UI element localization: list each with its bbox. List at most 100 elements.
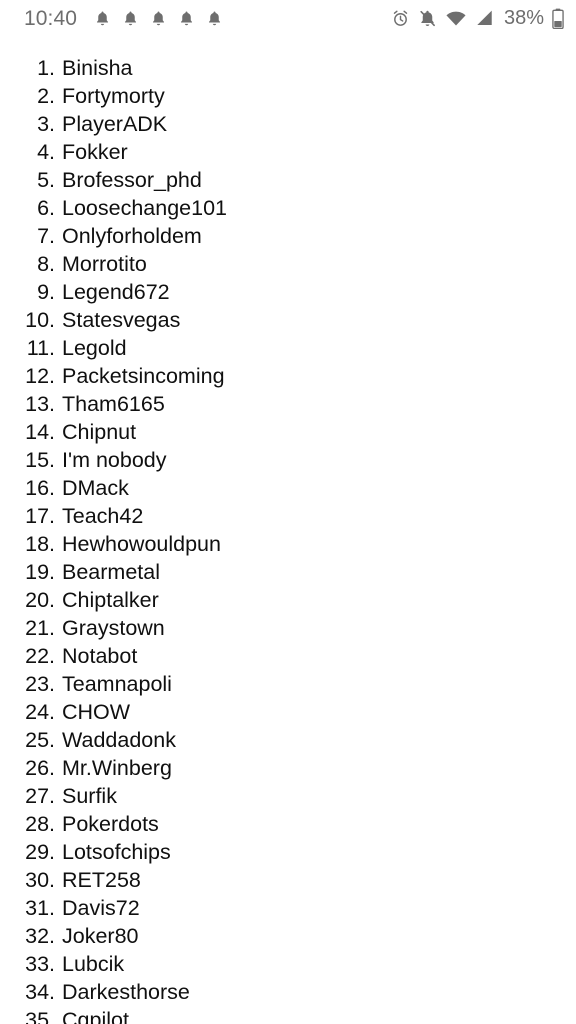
- list-item[interactable]: 21. Graystown: [0, 614, 576, 642]
- list-item[interactable]: 17. Teach42: [0, 502, 576, 530]
- list-item-name: Teamnapoli: [62, 672, 172, 696]
- list-item-rank: 7.: [37, 224, 55, 248]
- list-item[interactable]: 5. Brofessor_phd: [0, 166, 576, 194]
- list-item[interactable]: 25. Waddadonk: [0, 726, 576, 754]
- list-item[interactable]: 7. Onlyforholdem: [0, 222, 576, 250]
- list-item-rank: 4.: [37, 140, 55, 164]
- list-item[interactable]: 30. RET258: [0, 866, 576, 894]
- status-bar-clock: 10:40: [24, 6, 78, 30]
- list-item-rank: 26.: [25, 756, 55, 780]
- list-item-rank: 31.: [25, 896, 55, 920]
- list-item[interactable]: 23. Teamnapoli: [0, 670, 576, 698]
- list-item[interactable]: 34. Darkesthorse: [0, 978, 576, 1006]
- bell-icon: [122, 9, 139, 28]
- list-item-rank: 25.: [25, 728, 55, 752]
- list-item-name: RET258: [62, 868, 141, 892]
- status-bar-left: 10:40: [24, 8, 223, 29]
- list-item-name: Mr.Winberg: [62, 756, 172, 780]
- status-bar-right: 38%: [391, 8, 564, 29]
- list-item-name: Chiptalker: [62, 588, 159, 612]
- status-bar[interactable]: 10:40 38%: [0, 0, 576, 36]
- list-item[interactable]: 29. Lotsofchips: [0, 838, 576, 866]
- list-item-rank: 6.: [37, 196, 55, 220]
- list-item-name: Notabot: [62, 644, 138, 668]
- list-item-rank: 19.: [25, 560, 55, 584]
- list-item[interactable]: 14. Chipnut: [0, 418, 576, 446]
- list-item[interactable]: 13. Tham6165: [0, 390, 576, 418]
- list-item[interactable]: 16. DMack: [0, 474, 576, 502]
- list-item-name: DMack: [62, 476, 129, 500]
- list-item[interactable]: 19. Bearmetal: [0, 558, 576, 586]
- list-item-name: Packetsincoming: [62, 364, 225, 388]
- list-item[interactable]: 4. Fokker: [0, 138, 576, 166]
- list-item-rank: 8.: [37, 252, 55, 276]
- list-item-rank: 21.: [25, 616, 55, 640]
- list-item[interactable]: 27. Surfik: [0, 782, 576, 810]
- list-item-rank: 30.: [25, 868, 55, 892]
- list-item-name: Chipnut: [62, 420, 137, 444]
- list-item[interactable]: 32. Joker80: [0, 922, 576, 950]
- list-item-name: Statesvegas: [62, 308, 181, 332]
- list-item[interactable]: 24. CHOW: [0, 698, 576, 726]
- list-item[interactable]: 20. Chiptalker: [0, 586, 576, 614]
- list-item-rank: 33.: [25, 952, 55, 976]
- list-item-name: Bearmetal: [62, 560, 160, 584]
- alarm-clock-icon: [391, 9, 410, 28]
- list-item-rank: 35.: [25, 1008, 55, 1024]
- list-item-name: Surfik: [62, 784, 117, 808]
- list-item[interactable]: 11. Legold: [0, 334, 576, 362]
- list-item-rank: 16.: [25, 476, 55, 500]
- list-item[interactable]: 9. Legend672: [0, 278, 576, 306]
- list-item-name: Graystown: [62, 616, 165, 640]
- list-item[interactable]: 8. Morrotito: [0, 250, 576, 278]
- bell-icon: [206, 9, 223, 28]
- list-item-name: Brofessor_phd: [62, 168, 202, 192]
- list-item[interactable]: 15. I'm nobody: [0, 446, 576, 474]
- list-item[interactable]: 26. Mr.Winberg: [0, 754, 576, 782]
- list-item-rank: 22.: [25, 644, 55, 668]
- list-item[interactable]: 6. Loosechange101: [0, 194, 576, 222]
- list-item-rank: 14.: [25, 420, 55, 444]
- list-item[interactable]: 28. Pokerdots: [0, 810, 576, 838]
- list-item-rank: 24.: [25, 700, 55, 724]
- list-item-name: Lubcik: [62, 952, 125, 976]
- list-item-name: Lotsofchips: [62, 840, 171, 864]
- list-item-rank: 15.: [25, 448, 55, 472]
- list-item-name: Tham6165: [62, 392, 165, 416]
- list-item-name: Cgpilot: [62, 1008, 129, 1024]
- list-item-name: Binisha: [62, 56, 133, 80]
- list-item-name: Pokerdots: [62, 812, 159, 836]
- list-item-rank: 28.: [25, 812, 55, 836]
- list-item[interactable]: 12. Packetsincoming: [0, 362, 576, 390]
- list-item-rank: 27.: [25, 784, 55, 808]
- list-item-name: Davis72: [62, 896, 140, 920]
- list-item-name: CHOW: [62, 700, 131, 724]
- list-item-name: I'm nobody: [62, 448, 167, 472]
- list-item-rank: 29.: [25, 840, 55, 864]
- list-item-name: Hewhowouldpun: [62, 532, 221, 556]
- list-item[interactable]: 31. Davis72: [0, 894, 576, 922]
- list-item-name: Fortymorty: [62, 84, 165, 108]
- list-item-name: Legold: [62, 336, 127, 360]
- list-item[interactable]: 33. Lubcik: [0, 950, 576, 978]
- list-item[interactable]: 35. Cgpilot: [0, 1006, 576, 1024]
- list-item[interactable]: 2. Fortymorty: [0, 82, 576, 110]
- list-item-rank: 12.: [25, 364, 55, 388]
- list-item[interactable]: 22. Notabot: [0, 642, 576, 670]
- list-item-name: Legend672: [62, 280, 170, 304]
- list-item-rank: 18.: [25, 532, 55, 556]
- list-item-rank: 2.: [37, 84, 55, 108]
- battery-percentage-label: 38%: [503, 7, 544, 29]
- bell-icon: [178, 9, 195, 28]
- list-item-rank: 13.: [25, 392, 55, 416]
- list-item-name: Waddadonk: [62, 728, 176, 752]
- list-item-name: Morrotito: [62, 252, 147, 276]
- list-item[interactable]: 1. Binisha: [0, 54, 576, 82]
- player-ranking-list: 1. Binisha 2. Fortymorty 3. PlayerADK 4. Fokker…: [0, 36, 576, 1024]
- list-item[interactable]: 10. Statesvegas: [0, 306, 576, 334]
- bell-muted-icon: [418, 9, 437, 28]
- list-item-rank: 5.: [37, 168, 55, 192]
- battery-icon: [552, 8, 564, 29]
- list-item[interactable]: 18. Hewhowouldpun: [0, 530, 576, 558]
- list-item[interactable]: 3. PlayerADK: [0, 110, 576, 138]
